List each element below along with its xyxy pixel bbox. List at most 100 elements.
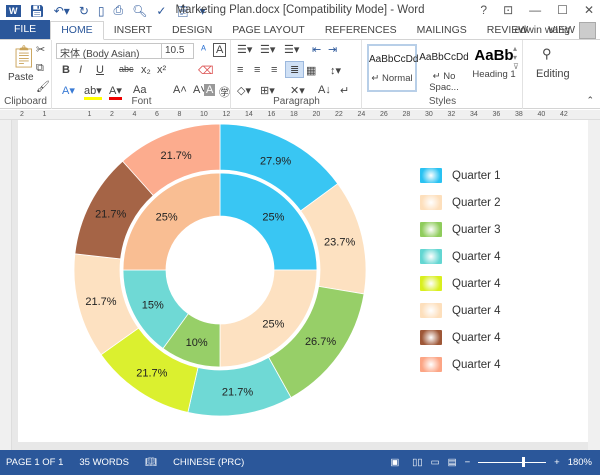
print-layout-icon[interactable]: ▭ (431, 457, 440, 468)
underline-button[interactable]: U (96, 64, 104, 76)
style-name: ↵ No Spac... (429, 71, 459, 93)
avatar[interactable] (579, 22, 596, 39)
distributed-icon[interactable]: ▦ (306, 64, 316, 77)
align-left-icon[interactable]: ≡ (237, 64, 243, 76)
superscript-button[interactable]: x² (157, 64, 166, 76)
proofing-icon[interactable]: 📖︎ (145, 457, 157, 468)
clear-formatting-icon[interactable]: ⌫ (198, 64, 214, 77)
collapse-ribbon-icon[interactable]: ⌃ (586, 95, 594, 106)
close-button[interactable]: ✕ (584, 3, 594, 17)
editing-button[interactable]: Editing (536, 68, 570, 80)
cut-icon[interactable]: ✂ (36, 43, 45, 56)
style-normal[interactable]: AaBbCcDd ↵ Normal (367, 44, 418, 92)
align-center-icon[interactable]: ≡ (254, 64, 260, 76)
tab-page-layout[interactable]: PAGE LAYOUT (222, 22, 315, 39)
subscript-button[interactable]: x₂ (141, 64, 151, 76)
new-document-icon[interactable]: ▯ (98, 4, 105, 18)
font-name-select[interactable]: 宋体 (Body Asian) (56, 43, 163, 60)
legend-label: Quarter 2 (452, 196, 501, 209)
redo-icon[interactable]: ↻ (79, 4, 89, 18)
multilevel-list-icon[interactable]: ☰▾ (284, 43, 299, 56)
zoom-in-button[interactable]: + (554, 457, 560, 468)
bold-button[interactable]: B (62, 64, 70, 76)
grow-font-button[interactable]: A˄ (173, 84, 187, 96)
vertical-scrollbar[interactable] (588, 120, 600, 450)
font-size-select[interactable]: 10.5 (161, 43, 194, 59)
tab-design[interactable]: DESIGN (162, 22, 222, 39)
styles-scroll-icon[interactable]: ▴ ▾ ⊽ (513, 44, 519, 71)
ruler-tick: 42 (560, 111, 568, 118)
save-icon[interactable]: 💾︎ (30, 4, 45, 18)
change-case-button[interactable]: Aa (133, 84, 146, 96)
styles-group: AaBbCcDd ↵ Normal AaBbCcDd ↵ No Spac... … (363, 40, 523, 109)
legend-label: Quarter 4 (452, 304, 501, 317)
inner-ring-data-label: 25% (156, 212, 178, 224)
outer-ring-data-label: 26.7% (305, 336, 336, 348)
format-painter-icon[interactable]: 🖌︎ (36, 80, 50, 93)
zoom-level[interactable]: 180% (568, 457, 592, 468)
zoom-out-button[interactable]: − (465, 457, 471, 468)
paste-icon[interactable]: 📋︎ (10, 44, 38, 70)
customize-qat-icon[interactable]: ▾ (200, 4, 206, 18)
style-preview: AaBbCcDd (419, 52, 469, 63)
sort-icon[interactable]: A↓ (318, 84, 331, 96)
maximize-button[interactable]: ☐ (557, 3, 568, 17)
numbering-icon[interactable]: ☰▾ (260, 43, 275, 56)
italic-button[interactable]: I (79, 64, 82, 76)
paragraph-label: Paragraph (273, 96, 320, 107)
legend-item: Quarter 1 (420, 162, 501, 189)
spelling-icon[interactable]: ✓ (156, 4, 166, 18)
character-shading-icon[interactable]: A (204, 84, 216, 96)
user-name[interactable]: edwin wang (515, 24, 570, 36)
decrease-indent-icon[interactable]: ⇤ (312, 43, 321, 56)
web-layout-icon[interactable]: ▤ (448, 457, 457, 468)
ruler-tick: 30 (425, 111, 433, 118)
page-count[interactable]: PAGE 1 OF 1 (6, 457, 63, 468)
bullets-icon[interactable]: ☰▾ (237, 43, 252, 56)
strikethrough-button[interactable]: abc (119, 64, 134, 74)
macro-icon[interactable]: ▣ (390, 457, 399, 468)
tab-home[interactable]: HOME (50, 21, 104, 40)
ruler-tick: 10 (200, 111, 208, 118)
word-count[interactable]: 35 WORDS (79, 457, 129, 468)
doughnut-chart[interactable]: 27.9% 23.7% 26.7% 21.7% 21.7% 21.7% 21.7% 21.7%… (18, 120, 438, 450)
ruler-tick: 8 (177, 111, 182, 118)
copy-icon[interactable]: ⧉ (36, 62, 44, 75)
justify-icon[interactable]: ≣ (285, 61, 305, 78)
tab-references[interactable]: REFERENCES (315, 22, 407, 39)
minimize-button[interactable]: — (529, 3, 541, 17)
style-no-spacing[interactable]: AaBbCcDd ↵ No Spac... (419, 44, 469, 93)
legend-label: Quarter 4 (452, 277, 501, 290)
character-border-icon[interactable]: A (213, 43, 227, 57)
inner-ring-data-label: 25% (262, 318, 284, 330)
ribbon-display-icon[interactable]: ⊡ (503, 3, 513, 17)
vertical-ruler[interactable] (0, 120, 12, 450)
horizontal-ruler[interactable]: 2 1 1 2 4 6 8 10 12 14 16 18 20 22 24 26 28 30 32 34 36 38 40 4… (0, 110, 600, 120)
align-right-icon[interactable]: ≡ (271, 64, 277, 76)
undo-icon[interactable]: ↶▾ (54, 4, 70, 18)
zoom-slider[interactable] (478, 457, 547, 467)
tab-file[interactable]: FILE (0, 20, 51, 39)
inner-ring-data-label: 15% (142, 299, 164, 311)
tab-insert[interactable]: INSERT (104, 22, 162, 39)
editing-group[interactable]: ⚲ Editing (530, 40, 570, 109)
read-mode-icon[interactable]: ▯▯ (412, 457, 422, 468)
style-heading-1[interactable]: AaBb Heading 1 (469, 44, 519, 92)
find-binoculars-icon: ⚲ (542, 46, 552, 61)
help-button[interactable]: ? (480, 3, 487, 17)
tab-mailings[interactable]: MAILINGS (407, 22, 477, 39)
style-name: Heading 1 (472, 69, 516, 80)
print-icon[interactable]: ⎙ (113, 3, 123, 18)
language[interactable]: CHINESE (PRC) (173, 457, 244, 468)
phonetic-guide-icon[interactable]: ᴬ (201, 44, 206, 56)
line-spacing-icon[interactable]: ↕▾ (330, 64, 341, 77)
ruler-tick: 6 (155, 111, 159, 118)
paste-button[interactable]: Paste (8, 72, 34, 83)
clipboard-label: Clipboard (4, 96, 47, 107)
clipboard-icon[interactable]: 📋︎ (175, 4, 190, 18)
ruler-tick: 22 (335, 111, 343, 118)
print-preview-icon[interactable]: 🔍︎ (132, 4, 147, 18)
increase-indent-icon[interactable]: ⇥ (328, 43, 337, 56)
title-bar: W 💾︎ ↶▾ ↻ ▯ ⎙ 🔍︎ ✓ 📋︎ ▾ Marketing Plan.d… (0, 0, 600, 21)
legend-label: Quarter 4 (452, 331, 501, 344)
